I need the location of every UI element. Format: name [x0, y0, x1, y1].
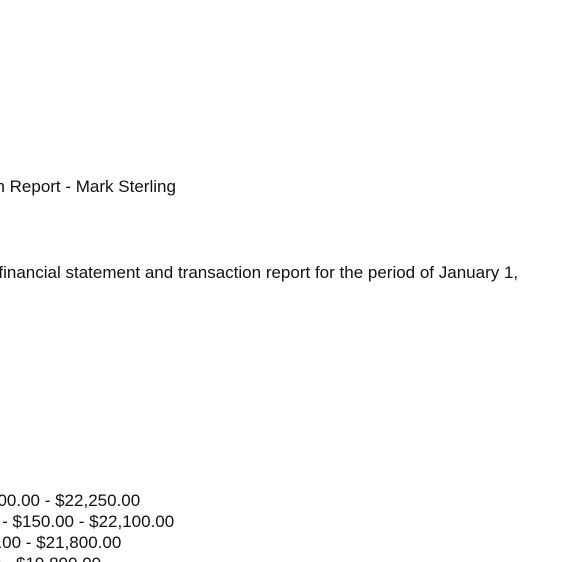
- report-title: on Report - Mark Sterling: [0, 177, 176, 196]
- transaction-row: e - $150.00 - $22,100.00: [0, 512, 175, 531]
- transaction-row: 00 - $19,800.00: [0, 553, 101, 562]
- transaction-row: 0.00 - $21,800.00: [0, 533, 122, 552]
- document-viewport: on Report - Mark Sterling r financial st…: [0, 0, 566, 562]
- transaction-row: 500.00 - $22,250.00: [0, 491, 141, 510]
- report-intro: r financial statement and transaction re…: [0, 263, 519, 282]
